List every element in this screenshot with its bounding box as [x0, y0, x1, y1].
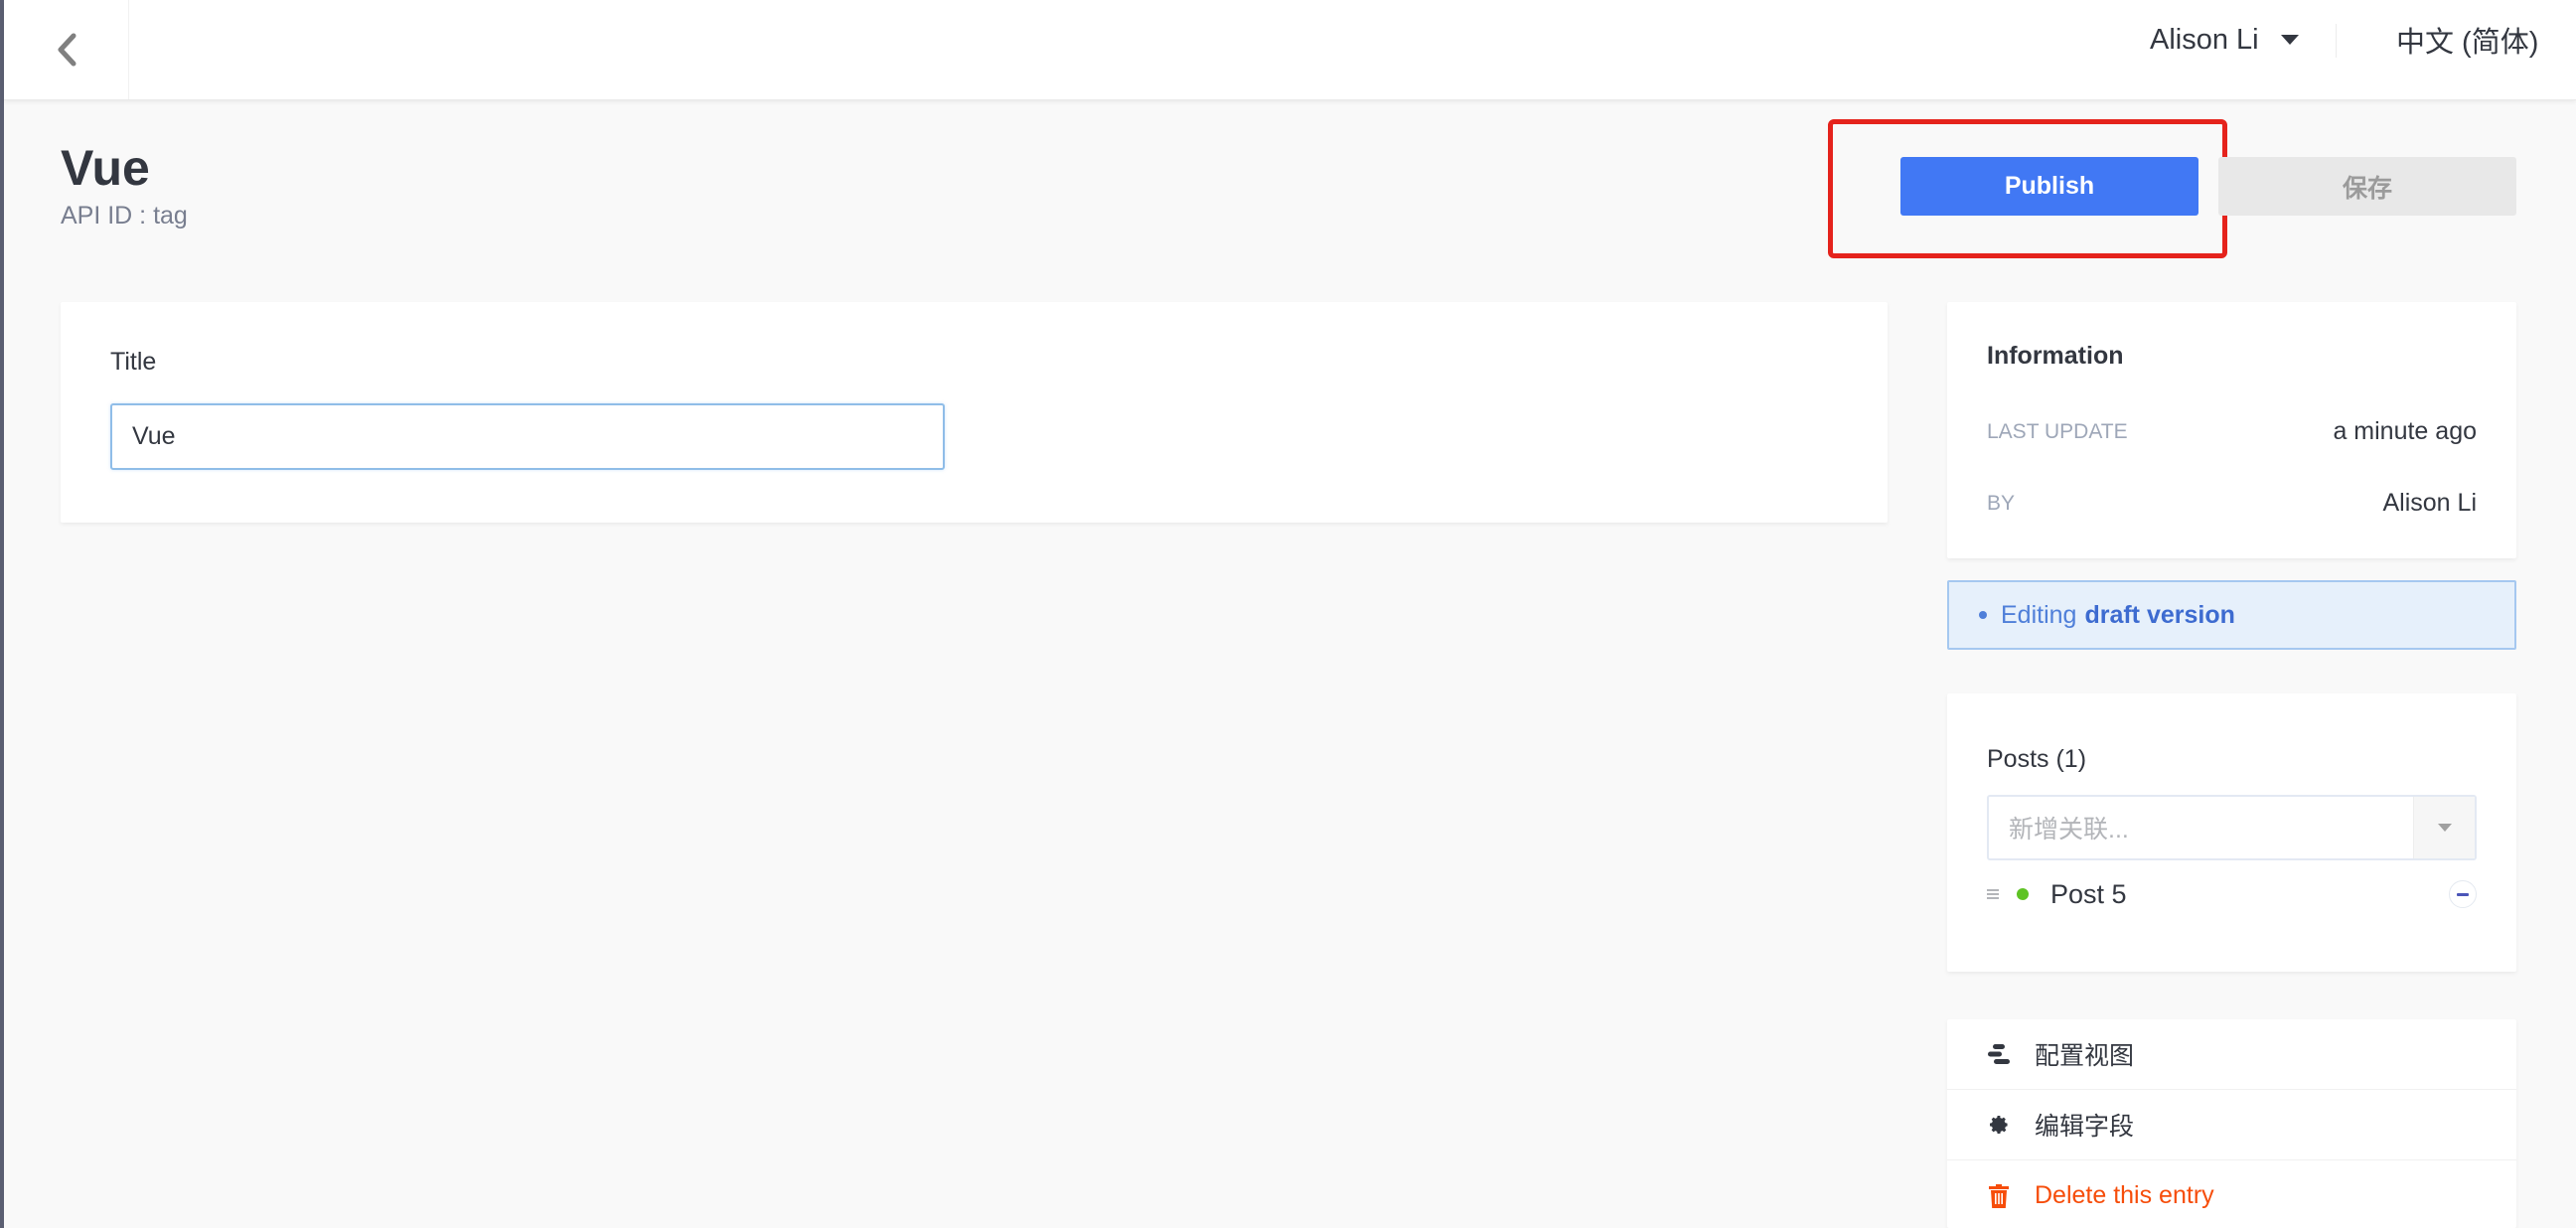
divider	[2336, 24, 2337, 58]
draft-emphasis: draft version	[2084, 600, 2235, 629]
posts-heading: Posts (1)	[1987, 745, 2087, 773]
info-key: LAST UPDATE	[1987, 419, 2128, 443]
add-relation-select[interactable]: 新增关联...	[1987, 795, 2477, 860]
user-menu[interactable]: Alison Li	[2150, 0, 2299, 79]
user-name: Alison Li	[2150, 23, 2259, 56]
page-title: Vue	[61, 140, 150, 196]
info-value: a minute ago	[2333, 417, 2477, 445]
relation-link[interactable]: Post 5	[2050, 879, 2449, 910]
layout-icon	[1987, 1042, 2011, 1066]
publish-button[interactable]: Publish	[1900, 157, 2198, 216]
information-heading: Information	[1987, 342, 2124, 370]
save-button[interactable]: 保存	[2218, 157, 2516, 216]
window-edge	[0, 0, 4, 1228]
info-key: BY	[1987, 491, 2016, 515]
trash-icon	[1987, 1183, 2011, 1208]
api-id: API ID : tag	[61, 202, 188, 230]
drag-handle-icon[interactable]	[1987, 889, 1999, 899]
info-value: Alison Li	[2382, 489, 2478, 517]
title-input[interactable]	[110, 403, 945, 470]
language-selector[interactable]: 中文 (简体)	[2396, 0, 2538, 79]
gear-icon	[1987, 1113, 2011, 1137]
draft-status-banner: Editing draft version	[1947, 580, 2516, 650]
action-label: 编辑字段	[2035, 1113, 2135, 1141]
bullet-icon	[1979, 611, 1987, 619]
action-label: Delete this entry	[2035, 1181, 2214, 1209]
language-label: 中文 (简体)	[2396, 27, 2539, 59]
caret-down-icon	[2280, 35, 2299, 45]
action-label: 配置视图	[2035, 1042, 2135, 1070]
back-button[interactable]	[4, 0, 129, 99]
minus-icon	[2457, 892, 2469, 896]
info-row-by: BY Alison Li	[1987, 489, 2477, 518]
edit-fields-button[interactable]: 编辑字段	[1947, 1090, 2516, 1160]
information-card: Information LAST UPDATE a minute ago BY …	[1947, 302, 2516, 558]
status-dot-icon	[2017, 888, 2029, 900]
dropdown-toggle[interactable]	[2413, 797, 2475, 858]
chevron-left-icon	[58, 33, 76, 67]
chevron-down-icon	[2437, 824, 2452, 832]
remove-relation-button[interactable]	[2449, 880, 2477, 908]
relation-item: Post 5	[1987, 874, 2477, 914]
actions-card: 配置视图 编辑字段 Delete this entry	[1947, 1019, 2516, 1228]
configure-view-button[interactable]: 配置视图	[1947, 1019, 2516, 1090]
info-row-last-update: LAST UPDATE a minute ago	[1987, 417, 2477, 446]
top-bar: Alison Li 中文 (简体)	[4, 0, 2576, 100]
draft-prefix: Editing	[2001, 600, 2077, 629]
select-placeholder: 新增关联...	[2009, 816, 2129, 844]
title-label: Title	[110, 348, 157, 376]
delete-entry-button[interactable]: Delete this entry	[1947, 1160, 2516, 1228]
posts-relation-card: Posts (1) 新增关联... Post 5	[1947, 693, 2516, 972]
edit-form-card: Title	[61, 302, 1888, 523]
